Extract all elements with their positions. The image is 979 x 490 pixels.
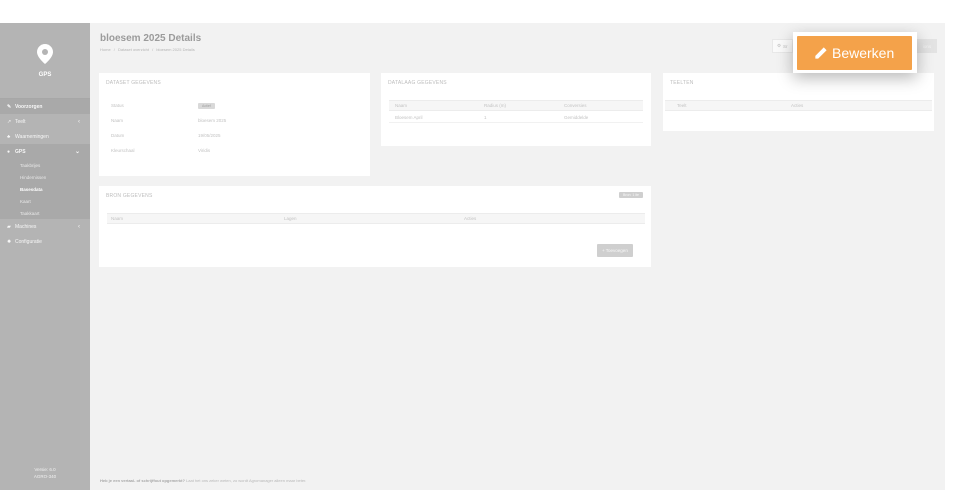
dataset-row-kleurschaal: Kleurschaal Viridis [111, 148, 210, 153]
app-frame: GPS ✎ Voorzorgen ↗ Teelt ‹ ♣ Waarneminge… [0, 23, 945, 490]
datalaag-card: DATALAAG GEGEVENS Naam Radius (m) Conver… [381, 73, 651, 146]
users-icon: ♣ [7, 133, 11, 140]
sidebar-item-label: Voorzorgen [15, 103, 43, 110]
wrench-icon: ✎ [7, 103, 12, 110]
card-title: TEELTEN [670, 80, 694, 86]
sidebar-item-label: GPS [15, 148, 26, 155]
column-header-naam: Naam [395, 103, 408, 108]
sidebar-group-gps: ● GPS ⌄ Taakbrijes Hindernissen Basesdat… [0, 144, 90, 219]
column-header-naam: Naam [111, 216, 124, 221]
page-title: bloesem 2025 Details [100, 33, 202, 44]
row-value: Viridis [198, 148, 211, 153]
table-header: Naam Lagen Acties [107, 213, 645, 224]
sidebar-subitem-hindernissen[interactable]: Hindernissen [0, 171, 90, 183]
column-header-acties: Acties [791, 103, 804, 108]
card-title: BRON GEGEVENS [106, 193, 153, 199]
small-action-button[interactable]: ⚙ Sr [772, 39, 793, 53]
row-key: Status [111, 103, 124, 108]
card-title: DATASET GEGEVENS [106, 80, 161, 86]
tractor-icon: ▰ [7, 223, 11, 230]
column-header-conversies: Conversies [564, 103, 587, 108]
footer-note: Heb je een vertaal- of schrijffout opgem… [100, 478, 306, 483]
column-header-teelt: Teelt [677, 103, 687, 108]
column-header-acties: Acties [464, 216, 477, 221]
sidebar-item-gps[interactable]: ● GPS ⌄ [0, 144, 90, 159]
edit-button-label: Bewerken [832, 45, 895, 61]
edit-button[interactable]: Bewerken [797, 36, 912, 70]
edit-callout: Bewerken [793, 32, 917, 73]
dataset-row-datum: Datum 19/05/2025 [111, 133, 221, 138]
cell-naam: Bloesem April [395, 114, 423, 120]
row-key: Naam [111, 118, 124, 123]
version-number: Versie: 6.0 [34, 467, 56, 472]
breadcrumb-current: bloesem 2025 Details [156, 47, 195, 52]
pencil-icon [815, 46, 827, 59]
chevron-down-icon: ⌄ [74, 149, 80, 155]
actions-button[interactable]: ions [917, 39, 937, 53]
breadcrumb: Home / Dataset overzicht / bloesem 2025 … [100, 47, 197, 52]
sidebar-item-configuratie[interactable]: ✹ Configuratie [0, 234, 90, 249]
card-title: DATALAAG GEGEVENS [388, 80, 447, 86]
table-header: Naam Radius (m) Conversies [389, 100, 643, 111]
map-marker-icon [37, 43, 53, 64]
map-marker-icon: ● [7, 148, 11, 155]
footer-text: Laat het ons zeker weten, zo wordt Agrom… [186, 478, 307, 483]
status-badge: Actief [198, 103, 215, 109]
add-bron-button[interactable]: + Toevoegen [597, 244, 633, 257]
sidebar-item-waarnemingen[interactable]: ♣ Waarnemingen [0, 129, 90, 144]
small-action-label: Sr [783, 43, 788, 49]
column-header-radius: Radius (m) [484, 103, 507, 108]
column-header-lagen: Lagen [284, 216, 297, 221]
sidebar-subitem-taakkaart[interactable]: Taakkaart [0, 207, 90, 219]
settings-icon: ⚙ [777, 43, 782, 48]
footer-question: Heb je een vertaal- of schrijffout opgem… [100, 478, 185, 483]
row-value: bloesem 2025 [198, 118, 227, 123]
breadcrumb-dataset-overzicht[interactable]: Dataset overzicht [118, 47, 149, 52]
breadcrumb-home[interactable]: Home [100, 47, 111, 52]
logo[interactable]: GPS [0, 23, 90, 98]
dataset-card: DATASET GEGEVENS Status Actief Naam bloe… [99, 73, 370, 176]
teelten-card: TEELTEN Teelt Acties [663, 73, 934, 131]
chevron-left-icon: ‹ [78, 118, 80, 125]
row-value: 19/05/2025 [198, 133, 221, 138]
sidebar-item-label: Machines [15, 223, 37, 230]
table-row[interactable]: Bloesem April 1 Gemiddelde [389, 112, 643, 123]
sidebar-item-label: Configuratie [15, 238, 42, 245]
version-code: AGRO-340 [33, 474, 57, 479]
version-info: Versie: 6.0 AGRO-340 [0, 466, 90, 480]
bron-card: BRON GEGEVENS Bron: 1 ite Naam Lagen Act… [99, 186, 651, 267]
main-content: bloesem 2025 Details Home / Dataset over… [90, 23, 945, 490]
breadcrumb-separator: / [152, 47, 154, 52]
row-key: Kleurschaal [111, 148, 135, 153]
table-header: Teelt Acties [665, 100, 932, 111]
chevron-left-icon: ‹ [78, 223, 80, 230]
sidebar-item-voorzorgen[interactable]: ✎ Voorzorgen [0, 99, 90, 114]
breadcrumb-separator: / [113, 47, 115, 52]
cell-radius: 1 [484, 114, 487, 120]
sidebar-item-label: Teelt [15, 118, 26, 125]
gear-icon: ✹ [7, 238, 12, 245]
sidebar-subitem-taakbrijes[interactable]: Taakbrijes [0, 159, 90, 171]
chart-icon: ↗ [7, 118, 12, 125]
sidebar-item-label: Waarnemingen [15, 133, 49, 140]
row-key: Datum [111, 133, 125, 138]
bron-count-badge[interactable]: Bron: 1 ite [619, 192, 643, 198]
sidebar-item-machines[interactable]: ▰ Machines ‹ [0, 219, 90, 234]
sidebar: GPS ✎ Voorzorgen ↗ Teelt ‹ ♣ Waarneminge… [0, 23, 90, 490]
cell-conversies: Gemiddelde [564, 114, 589, 120]
sidebar-subitem-basesdata[interactable]: Basesdata [0, 183, 90, 195]
sidebar-subitem-kaart[interactable]: Kaart [0, 195, 90, 207]
brand-label: GPS [38, 71, 52, 78]
dataset-row-naam: Naam bloesem 2025 [111, 118, 226, 123]
dataset-row-status: Status Actief [111, 103, 215, 109]
sidebar-item-teelt[interactable]: ↗ Teelt ‹ [0, 114, 90, 129]
